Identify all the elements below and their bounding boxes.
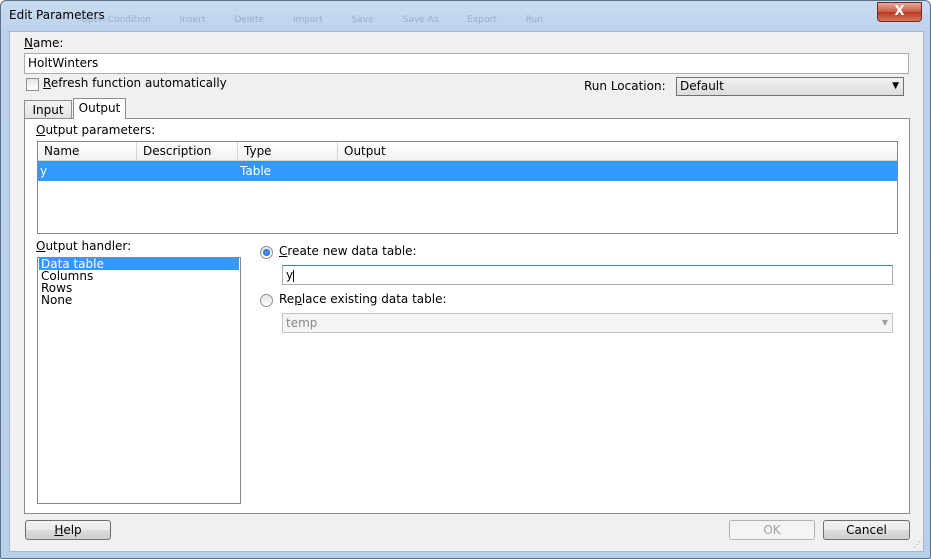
close-button[interactable]: X (877, 2, 922, 22)
close-icon: X (894, 4, 905, 19)
text-caret (293, 269, 295, 282)
column-header-description[interactable]: Description (137, 142, 238, 160)
ghost-toolbar-item: Save (351, 15, 374, 25)
help-button[interactable]: Help (25, 520, 111, 540)
ghost-toolbar-item: Insert (179, 15, 206, 25)
new-table-name-value: y (286, 268, 294, 282)
resize-grip-icon[interactable]: ⋰ (913, 540, 921, 549)
run-location-value: Default (680, 79, 724, 93)
name-label: Name: (24, 36, 64, 50)
column-header-type[interactable]: Type (238, 142, 338, 160)
output-handler-listbox[interactable]: Data table Columns Rows None (37, 257, 241, 504)
run-location-select[interactable]: Default ▼ (676, 77, 904, 96)
background-toolbar-ghost: Open Condition Insert Delete Import Save… (81, 15, 569, 29)
column-header-output[interactable]: Output (338, 142, 464, 160)
create-new-label[interactable]: Create new data table: (279, 244, 417, 258)
grid-header: Name Description Type Output (38, 142, 897, 161)
run-location-label: Run Location: (584, 79, 666, 93)
list-item[interactable]: None (39, 294, 239, 306)
cancel-button[interactable]: Cancel (823, 520, 910, 540)
replace-existing-radio[interactable] (260, 294, 273, 307)
tab-input[interactable]: Input (24, 100, 72, 119)
output-parameters-label: Output parameters: (36, 123, 156, 137)
title-bar[interactable]: Edit Parameters Open Condition Insert De… (1, 1, 930, 31)
edit-parameters-window: Edit Parameters Open Condition Insert De… (0, 0, 931, 559)
dropdown-arrow-icon: ▼ (881, 318, 888, 327)
column-header-name[interactable]: Name (38, 142, 137, 160)
existing-table-select[interactable]: temp ▼ (282, 313, 893, 333)
output-tab-panel: Output parameters: Name Description Type… (24, 118, 910, 514)
table-row[interactable]: y Table (38, 161, 897, 181)
ghost-toolbar-item: Export (467, 15, 497, 25)
row-name-cell: y (40, 164, 48, 178)
new-table-name-input[interactable]: y (282, 265, 893, 285)
ok-button[interactable]: OK (729, 520, 815, 540)
ghost-toolbar-item: Import (292, 15, 323, 25)
row-type-cell: Table (240, 164, 272, 178)
existing-table-value: temp (286, 316, 318, 330)
output-handler-label: Output handler: (36, 239, 132, 253)
tab-output-label: Output (78, 101, 121, 115)
replace-existing-label[interactable]: Replace existing data table: (279, 292, 447, 306)
tab-output[interactable]: Output (73, 98, 126, 119)
create-new-radio[interactable] (260, 246, 273, 259)
refresh-label[interactable]: Refresh function automatically (43, 76, 227, 90)
dropdown-arrow-icon: ▼ (892, 81, 899, 91)
tab-input-label: Input (32, 103, 64, 117)
name-input[interactable]: HoltWinters (24, 53, 909, 74)
ghost-toolbar-item: Run (525, 15, 543, 25)
ghost-toolbar-item: Open Condition (81, 15, 151, 25)
refresh-checkbox[interactable] (26, 78, 39, 91)
ghost-toolbar-item: Save As (402, 15, 439, 25)
ghost-toolbar-item: Delete (234, 15, 265, 25)
output-parameters-grid[interactable]: Name Description Type Output y Table (37, 141, 898, 234)
dialog-client-area: Name: HoltWinters Refresh function autom… (9, 31, 924, 552)
